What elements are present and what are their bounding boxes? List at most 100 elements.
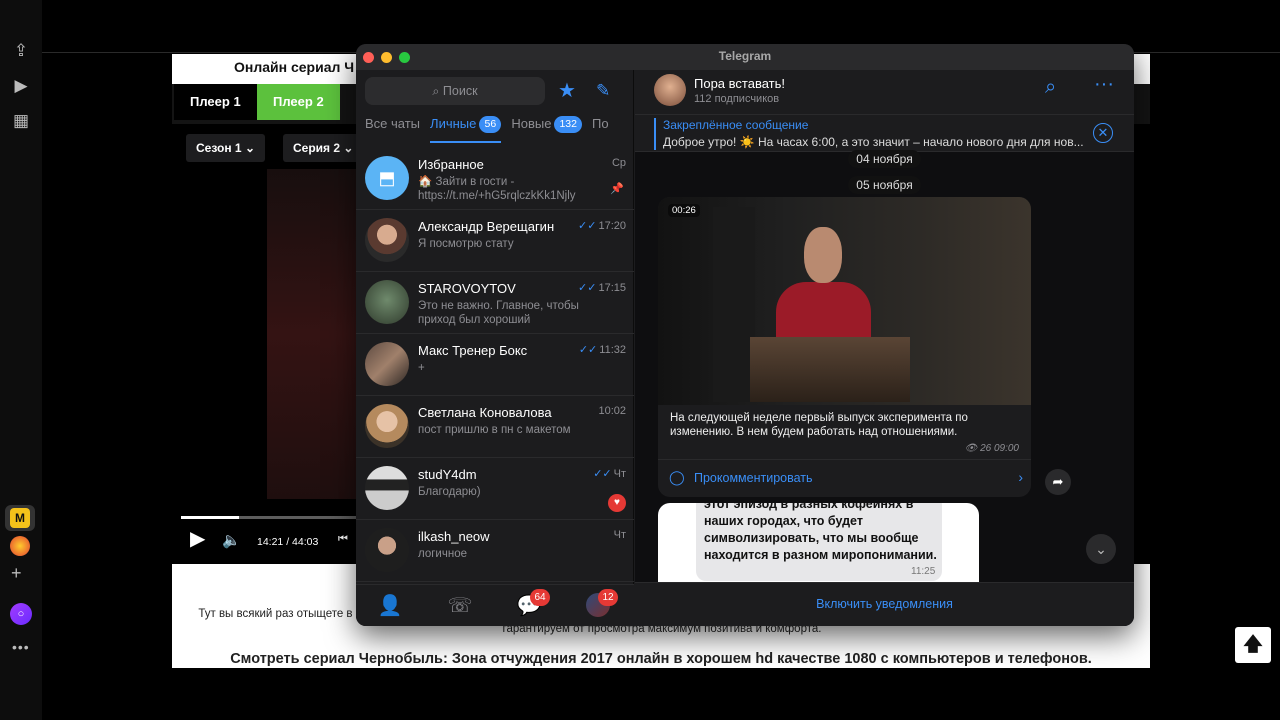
image-post[interactable]: этот эпизод в разных кофейнях в наших го… (658, 503, 979, 593)
play-button[interactable]: ▶ (190, 526, 205, 551)
compose-icon[interactable]: ✎ (596, 77, 610, 105)
chat-time: 10:02 (598, 405, 626, 417)
apps-icon[interactable]: ▦ (10, 110, 32, 132)
enable-notifications-button[interactable]: Включить уведомления (635, 597, 1134, 611)
chat-item[interactable]: STAROVOYTOV Это не важно. Главное, чтобы… (356, 272, 634, 334)
comment-button[interactable]: ◯ Прокомментировать › (658, 459, 1031, 497)
share-icon[interactable]: ⇪ (10, 40, 32, 62)
read-check-icon: ✓✓ (593, 468, 612, 480)
tab-label: По (592, 116, 609, 131)
chat-time-text: 17:20 (598, 220, 626, 232)
avatar (365, 280, 409, 324)
tab-all-chats[interactable]: Все чаты (365, 114, 420, 134)
chat-time: Чт (614, 529, 626, 541)
pinned-text: Доброе утро! ☀️ На часах 6:00, а это зна… (663, 135, 1084, 149)
heart-icon: ♥ (608, 494, 626, 512)
chat-time: ✓✓ 17:20 (578, 219, 626, 232)
search-icon[interactable]: ⌕ (1045, 76, 1056, 99)
tab-more[interactable]: По (592, 114, 609, 134)
comment-icon: ◯ (669, 469, 685, 485)
channel-post: 00:26 На следующей неделе первый выпуск … (658, 197, 1031, 497)
tab-label: Все чаты (365, 116, 421, 131)
chat-time: ✓✓ 11:32 (579, 343, 626, 356)
tab-personal[interactable]: Личные 56 (430, 114, 502, 143)
share-button[interactable]: ➦ (1045, 469, 1071, 495)
chat-time-text: 17:15 (598, 282, 626, 294)
avatar (365, 342, 409, 386)
person-face (804, 227, 842, 283)
read-check-icon: ✓✓ (578, 344, 598, 356)
quote-text: этот эпизод в разных кофейнях в наших го… (704, 503, 937, 562)
date-label: 04 ноября (848, 150, 921, 168)
star-icon[interactable]: ★ (558, 77, 576, 105)
chat-item[interactable]: Светлана Коновалова пост пришлю в пн с м… (356, 396, 634, 458)
contacts-icon[interactable]: 👤 (377, 593, 403, 619)
chat-time: ✓✓ 17:15 (578, 281, 626, 294)
chat-time: Ср (612, 157, 626, 169)
chat-preview: + (418, 362, 425, 374)
screen: ⇪ ▶ ▦ Онлайн сериал Ч Плеер 1 Плеер 2 Се… (0, 0, 1280, 720)
episode-select[interactable]: Серия 2 ⌄ (283, 134, 364, 162)
chat-name: ilkash_neow (418, 529, 490, 544)
close-icon[interactable]: ✕ (1093, 123, 1113, 143)
scroll-top-button[interactable]: 🡅 (1235, 627, 1271, 663)
chat-list: ⬒ Избранное 🏠 Зайти в гости - https://t.… (356, 148, 634, 584)
scroll-down-button[interactable]: ⌄ (1086, 534, 1116, 564)
chat-time-text: 11:32 (599, 344, 626, 356)
post-meta-text: 26 09:00 (980, 443, 1019, 454)
chevron-right-icon: › (1018, 469, 1023, 485)
chat-item[interactable]: studY4dm Благодарю) ✓✓ Чт ♥ (356, 458, 634, 520)
settings-avatar-icon[interactable]: 12 (586, 589, 618, 619)
chat-item[interactable]: ilkash_neow логичное Чт (356, 520, 634, 582)
quote-time: 11:25 (911, 566, 936, 577)
desk-books (750, 337, 910, 402)
chat-preview: логичное (418, 548, 467, 560)
more-icon[interactable]: ··· (1094, 73, 1114, 96)
play-icon[interactable]: ▶ (10, 75, 32, 97)
chat-time-text: Ср (611, 157, 626, 169)
chat-preview: 🏠 Зайти в гости - https://t.me/+hG5rqlcz… (418, 176, 576, 202)
volume-icon[interactable]: 🔈 (222, 531, 241, 549)
window-title: Telegram (718, 49, 772, 63)
channel-header: Пора вставать! 112 подписчиков ⌕ ··· (635, 70, 1134, 114)
app-icon[interactable]: M (10, 508, 30, 528)
chat-time-text: Чт (613, 468, 626, 480)
assistant-icon[interactable]: ○ (10, 603, 32, 625)
site-heading: Смотреть сериал Чернобыль: Зона отчужден… (230, 651, 1092, 667)
player-1-tab[interactable]: Плеер 1 (174, 84, 257, 120)
lamp-shape (713, 207, 755, 402)
pinned-message[interactable]: Закреплённое сообщение Доброе утро! ☀️ Н… (635, 114, 1134, 152)
season-label: Сезон 1 (196, 141, 242, 155)
calls-icon[interactable]: ☏ (447, 593, 473, 619)
tab-new[interactable]: Новые 132 (511, 114, 582, 134)
player-2-tab[interactable]: Плеер 2 (257, 84, 340, 120)
video-progress[interactable] (181, 516, 357, 519)
app-icon[interactable] (10, 536, 30, 556)
chat-item-saved[interactable]: ⬒ Избранное 🏠 Зайти в гости - https://t.… (356, 148, 634, 210)
post-text: На следующей неделе первый выпуск экспер… (670, 412, 968, 438)
search-input[interactable]: ⌕ Поиск (365, 77, 545, 105)
notify-bar[interactable]: Включить уведомления (635, 582, 1134, 626)
chat-preview: пост пришлю в пн с макетом (418, 424, 571, 436)
chat-name: Избранное (418, 157, 484, 172)
chat-area: Пора вставать! 112 подписчиков ⌕ ··· Зак… (635, 70, 1134, 626)
chat-name: studY4dm (418, 467, 477, 482)
skip-back-icon[interactable]: ⏮ (338, 533, 348, 546)
telegram-window: Telegram ⌕ Поиск ★ ✎ Все чаты Личные 56 Нов… (356, 44, 1134, 626)
channel-avatar[interactable] (654, 74, 686, 106)
progress-fill (181, 516, 240, 519)
chat-item[interactable]: Макс Тренер Бокс + ✓✓ 11:32 (356, 334, 634, 396)
channel-name[interactable]: Пора вставать! (694, 76, 785, 91)
chat-name: Макс Тренер Бокс (418, 343, 528, 358)
add-icon[interactable]: + (11, 563, 22, 584)
post-meta: 👁 26 09:00 (965, 443, 1019, 454)
chat-item[interactable]: Александр Верещагин Я посмотрю стату ✓✓ 1… (356, 210, 634, 272)
season-select[interactable]: Сезон 1 ⌄ (186, 134, 265, 162)
chats-icon[interactable]: 💬 64 (516, 589, 550, 619)
pin-accent (654, 118, 656, 150)
video-message[interactable]: 00:26 (658, 197, 1031, 405)
bookmark-icon: ⬒ (365, 156, 409, 200)
avatar (365, 466, 409, 510)
more-icon[interactable]: ••• (12, 639, 30, 655)
read-check-icon: ✓✓ (578, 282, 597, 294)
